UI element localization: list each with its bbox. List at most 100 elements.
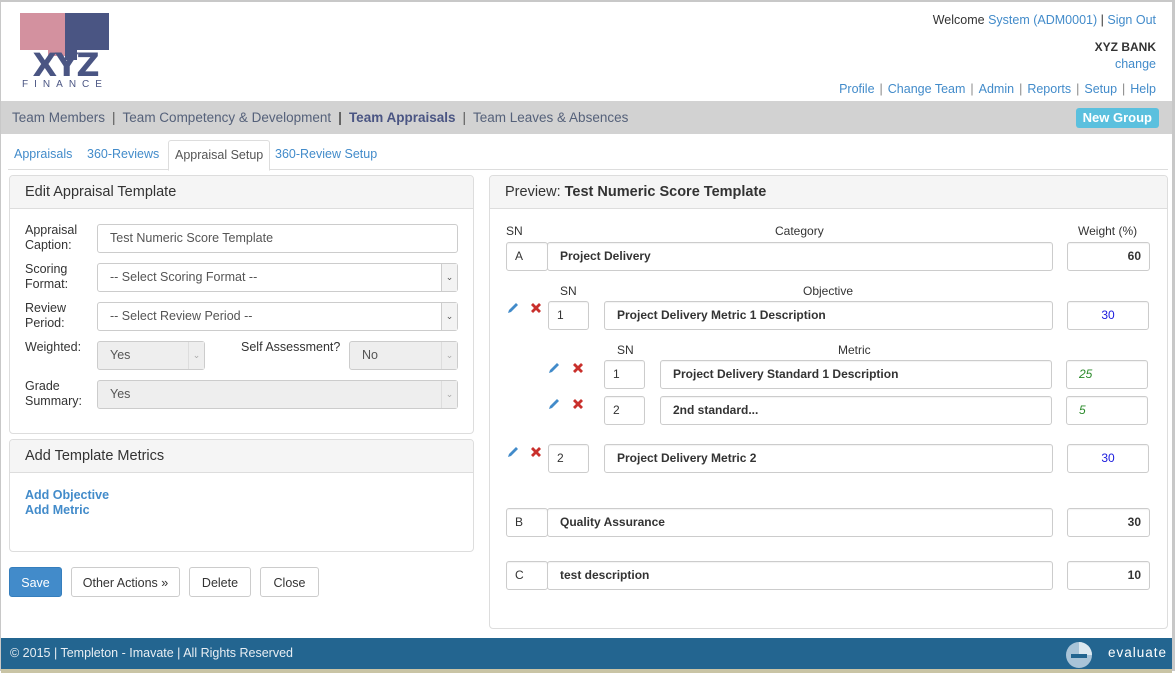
sign-out-link[interactable]: Sign Out [1107, 13, 1156, 27]
brand-name: evaluate [1107, 645, 1167, 660]
other-actions-button[interactable]: Other Actions » [71, 567, 180, 597]
profile-link[interactable]: Profile [839, 82, 874, 96]
welcome-label: Welcome [932, 13, 985, 27]
metric-sn: 1 [604, 360, 645, 389]
category-weight: 30 [1067, 508, 1150, 537]
separator: | [1100, 13, 1104, 27]
panel-title: Edit Appraisal Template [10, 176, 473, 209]
footer: © 2015 | Templeton - Imavate | All Right… [1, 638, 1172, 669]
metric-name: 2nd standard... [660, 396, 1052, 425]
nav-team-competency[interactable]: Team Competency & Development [123, 110, 332, 125]
header-objective: Objective [803, 284, 854, 298]
objective-name: Project Delivery Metric 2 [604, 444, 1053, 473]
objective-sn: 1 [548, 301, 589, 330]
pencil-icon[interactable] [547, 361, 561, 375]
pencil-icon[interactable] [506, 301, 520, 315]
sub-tabs: Appraisals 360-Reviews Appraisal Setup 3… [8, 140, 1168, 171]
category-name: Project Delivery [547, 242, 1053, 271]
delete-x-icon[interactable] [571, 361, 585, 375]
delete-x-icon[interactable] [529, 301, 543, 315]
objective-sn: 2 [548, 444, 589, 473]
metric-name: Project Delivery Standard 1 Description [660, 360, 1052, 389]
self-assessment-label: Self Assessment? [241, 340, 341, 354]
category-weight: 10 [1067, 561, 1150, 590]
logo-subtext: FINANCE [22, 79, 108, 90]
weighted-select[interactable]: Yes ⌄ [97, 341, 205, 370]
objective-name: Project Delivery Metric 1 Description [604, 301, 1053, 330]
tab-appraisal-setup[interactable]: Appraisal Setup [168, 140, 271, 171]
preview-panel: Preview: Test Numeric Score Template SN … [489, 175, 1168, 629]
save-button[interactable]: Save [9, 567, 62, 597]
category-name: Quality Assurance [547, 508, 1053, 537]
add-objective-link[interactable]: Add Objective [25, 488, 109, 503]
header-objective-sn: SN [560, 284, 577, 298]
chevron-down-icon: ⌄ [441, 342, 457, 369]
header-category: Category [775, 224, 824, 238]
setup-link[interactable]: Setup [1084, 82, 1117, 96]
grade-summary-select[interactable]: Yes ⌄ [97, 380, 458, 409]
change-team-link[interactable]: Change Team [888, 82, 966, 96]
header: XYZ FINANCE Welcome System (ADM0001) | S… [1, 2, 1172, 101]
nav-team-leaves[interactable]: Team Leaves & Absences [473, 110, 628, 125]
top-links: Profile | Change Team | Admin | Reports | Setup |… [839, 82, 1156, 96]
objective-weight: 30 [1067, 444, 1149, 473]
main-nav: Team Members | Team Competency & Developme… [1, 101, 1172, 134]
scoring-format-label: Scoring Format: [25, 262, 69, 291]
category-sn: B [506, 508, 548, 537]
delete-button[interactable]: Delete [189, 567, 251, 597]
delete-x-icon[interactable] [529, 445, 543, 459]
grade-summary-label: Grade Summary: [25, 379, 82, 408]
copyright-text: © 2015 | Templeton - Imavate | All Right… [10, 646, 293, 660]
welcome-line: Welcome System (ADM0001) | Sign Out [933, 13, 1156, 27]
header-sn: SN [506, 224, 523, 238]
review-period-label: Review Period: [25, 301, 66, 330]
nav-team-appraisals[interactable]: Team Appraisals [349, 110, 456, 125]
xyz-finance-logo: XYZ FINANCE [20, 13, 110, 93]
review-period-select[interactable]: -- Select Review Period -- ⌄ [97, 302, 458, 331]
taskbar-strip [1, 669, 1172, 673]
edit-template-panel: Edit Appraisal Template Appraisal Caption… [9, 175, 474, 434]
preview-template-name: Test Numeric Score Template [564, 184, 767, 200]
delete-x-icon[interactable] [571, 397, 585, 411]
pencil-icon[interactable] [547, 397, 561, 411]
metric-sn: 2 [604, 396, 645, 425]
bank-name: XYZ BANK [1094, 40, 1156, 54]
help-link[interactable]: Help [1130, 82, 1156, 96]
preview-title: Preview: Test Numeric Score Template [490, 176, 1167, 209]
close-button[interactable]: Close [260, 567, 319, 597]
category-sn: A [506, 242, 548, 271]
tab-360-review-setup[interactable]: 360-Review Setup [269, 140, 383, 170]
evaluate-logo-icon [1066, 642, 1092, 668]
change-bank-link[interactable]: change [1115, 57, 1156, 71]
metric-weight: 5 [1066, 396, 1148, 425]
caption-label: Appraisal Caption: [25, 223, 78, 252]
add-metrics-panel: Add Template Metrics Add Objective Add M… [9, 439, 474, 552]
caption-input[interactable]: Test Numeric Score Template [97, 224, 458, 253]
self-assessment-select[interactable]: No ⌄ [349, 341, 458, 370]
metric-weight: 25 [1066, 360, 1148, 389]
tab-360-reviews[interactable]: 360-Reviews [81, 140, 165, 170]
category-weight: 60 [1067, 242, 1150, 271]
chevron-down-icon: ⌄ [441, 303, 457, 330]
chevron-down-icon: ⌄ [441, 381, 457, 408]
header-metric-sn: SN [617, 343, 634, 357]
scoring-format-select[interactable]: -- Select Scoring Format -- ⌄ [97, 263, 458, 292]
tab-appraisals[interactable]: Appraisals [8, 140, 78, 170]
admin-link[interactable]: Admin [979, 82, 1014, 96]
new-group-button[interactable]: New Group [1075, 108, 1159, 128]
pencil-icon[interactable] [506, 445, 520, 459]
nav-team-members[interactable]: Team Members [12, 110, 105, 125]
category-sn: C [506, 561, 548, 590]
panel-title: Add Template Metrics [10, 440, 473, 473]
logo-text: XYZ [32, 46, 99, 84]
user-link[interactable]: System (ADM0001) [988, 13, 1097, 27]
reports-link[interactable]: Reports [1027, 82, 1071, 96]
header-metric: Metric [838, 343, 871, 357]
chevron-down-icon: ⌄ [188, 342, 204, 369]
category-name: test description [547, 561, 1053, 590]
chevron-down-icon: ⌄ [441, 264, 457, 291]
header-weight: Weight (%) [1078, 224, 1138, 238]
objective-weight: 30 [1067, 301, 1149, 330]
add-metric-link[interactable]: Add Metric [25, 503, 109, 518]
weighted-label: Weighted: [25, 340, 82, 354]
